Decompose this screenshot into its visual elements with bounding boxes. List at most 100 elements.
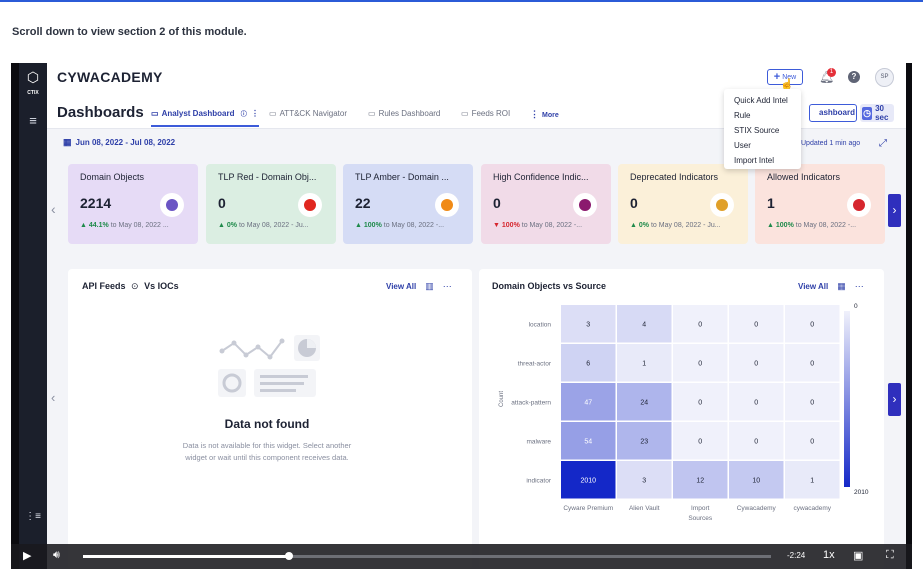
tab-rules-dashboard[interactable]: ▭ Rules Dashboard: [368, 109, 440, 118]
heatmap-cell-label: 54: [584, 438, 592, 445]
heatmap-cell-label: 24: [640, 399, 648, 406]
menu-item-rule[interactable]: Rule: [724, 108, 801, 123]
card-change: ▲ 100% to May 08, 2022 -...: [355, 222, 444, 229]
card-change: ▼ 100% to May 08, 2022 -...: [493, 222, 582, 229]
summary-card[interactable]: TLP Amber - Domain ... 22 ▲ 100% to May 08…: [343, 164, 473, 244]
picture-in-picture-icon[interactable]: ▣: [853, 549, 863, 562]
card-title: TLP Amber - Domain ...: [355, 172, 449, 182]
time-remaining: -2:24: [787, 551, 806, 560]
help-icon[interactable]: ?: [848, 71, 860, 83]
more-options-icon[interactable]: ⋯: [855, 281, 864, 292]
card-status-icon: [847, 193, 871, 217]
heatmap-cell-label: 0: [754, 399, 758, 406]
heatmap-row-label: malware: [526, 438, 551, 445]
card-title: TLP Red - Domain Obj...: [218, 172, 317, 182]
heatmap-cell-label: 3: [642, 477, 646, 484]
heatmap-scale-label: 2010: [854, 489, 869, 496]
arrow-up-icon: ▲: [218, 222, 225, 229]
kebab-icon[interactable]: ⋮: [251, 109, 259, 118]
heatmap-cell-label: 0: [698, 399, 702, 406]
panel-title-part: Vs IOCs: [144, 281, 179, 291]
tab-analyst-dashboard[interactable]: ▭ Analyst Dashboard ⓘ ⋮: [151, 109, 259, 118]
panels-prev-arrow-icon[interactable]: ‹: [51, 390, 55, 405]
tab-label: Analyst Dashboard: [161, 109, 235, 118]
api-feeds-panel: API Feeds ⊙ Vs IOCs View All ▥ ⋯ Data no…: [68, 269, 472, 569]
card-change-percent: 44.1%: [88, 222, 109, 229]
app-sidebar: ⬡ CTIX ≡ ⋮≡: [19, 63, 47, 569]
heatmap-row-label: threat-actor: [518, 360, 552, 367]
expand-icon[interactable]: ⤢: [879, 138, 887, 149]
menu-item-stix-source[interactable]: STIX Source: [724, 123, 801, 138]
panel-actions: View All ▦ ⋯: [798, 281, 864, 292]
monitor-icon: ▭: [461, 109, 469, 118]
cards-prev-arrow-icon[interactable]: ‹: [51, 201, 56, 217]
panel-actions: View All ▥ ⋯: [386, 281, 452, 292]
play-icon[interactable]: ▶: [23, 549, 31, 562]
heatmap-row-label: location: [529, 321, 552, 328]
fullscreen-icon[interactable]: ⛶: [886, 549, 894, 562]
heatmap-column-label: Cyware Premium: [563, 505, 613, 512]
card-change-period: to May 08, 2022 - Ju...: [238, 222, 309, 229]
avatar[interactable]: SP: [875, 68, 894, 87]
summary-card[interactable]: Deprecated Indicators 0 ▲ 0% to May 08, 20…: [618, 164, 748, 244]
video-player[interactable]: ⬡ CTIX ≡ ⋮≡ CYWACADEMY + New ☝ 🔔︎ 1 ? SP…: [11, 63, 912, 569]
summary-card[interactable]: Allowed Indicators 1 ▲ 100% to May 08, 202…: [755, 164, 885, 244]
arrow-up-icon: ▲: [767, 222, 774, 229]
more-label: More: [542, 112, 559, 119]
app-header: CYWACADEMY + New ☝ 🔔︎ 1 ? SP: [47, 63, 906, 92]
view-all-link[interactable]: View All: [798, 282, 828, 291]
brand-name: CYWACADEMY: [57, 69, 163, 85]
panel-title: API Feeds ⊙ Vs IOCs: [82, 281, 179, 292]
arrow-up-icon: ▲: [355, 222, 362, 229]
seek-handle[interactable]: [285, 552, 294, 560]
monitor-icon: ▭: [151, 109, 159, 118]
chart-type-icon[interactable]: ▦: [837, 281, 846, 292]
volume-icon[interactable]: 🔊︎: [53, 549, 60, 562]
heatmap-column-label: Import: [691, 505, 710, 512]
card-change-percent: 100%: [501, 222, 520, 229]
arrow-up-icon: ▲: [630, 222, 637, 229]
video-right-border: [906, 63, 912, 569]
playback-speed-button[interactable]: 1x: [823, 549, 835, 561]
dashboard-button[interactable]: ashboard: [809, 104, 857, 122]
menu-item-import-intel[interactable]: Import Intel: [724, 153, 801, 168]
tab-label: Feeds ROI: [471, 109, 511, 118]
menu-item-quick-add-intel[interactable]: Quick Add Intel: [724, 93, 801, 108]
card-change-period: to May 08, 2022 -...: [383, 222, 445, 229]
card-change-percent: 0%: [226, 222, 238, 229]
heatmap-cell-label: 12: [696, 477, 704, 484]
refresh-interval[interactable]: ◷ 30 sec: [860, 104, 894, 122]
summary-card[interactable]: High Confidence Indic... 0 ▼ 100% to May 0…: [481, 164, 611, 244]
info-icon: ⓘ: [240, 112, 247, 118]
summary-card[interactable]: Domain Objects 2214 ▲ 44.1% to May 08, 202…: [68, 164, 198, 244]
heatmap-column-label: Alien Vault: [629, 505, 660, 512]
card-change: ▲ 0% to May 08, 2022 - Ju...: [630, 222, 721, 229]
card-change-percent: 0%: [638, 222, 650, 229]
heatmap-cell-label: 0: [698, 321, 702, 328]
card-value: 2214: [80, 195, 112, 211]
more-options-icon[interactable]: ⋯: [443, 281, 452, 292]
dropdown-icon[interactable]: ⊙: [131, 281, 139, 291]
heatmap-color-scale: [844, 311, 850, 487]
panel-title: Domain Objects vs Source: [492, 281, 607, 291]
menu-item-user[interactable]: User: [724, 138, 801, 153]
view-all-link[interactable]: View All: [386, 282, 416, 291]
cards-next-button[interactable]: ›: [888, 194, 901, 227]
hamburger-menu-icon[interactable]: ≡: [19, 113, 47, 128]
seek-bar[interactable]: [83, 552, 771, 560]
tab-label: Rules Dashboard: [378, 109, 441, 118]
summary-card[interactable]: TLP Red - Domain Obj... 0 ▲ 0% to May 08, …: [206, 164, 336, 244]
notification-badge: 1: [827, 68, 836, 77]
panels-next-button[interactable]: ›: [888, 383, 901, 416]
date-range-picker[interactable]: ▦ Jun 08, 2022 - Jul 08, 2022: [63, 137, 175, 148]
heatmap-cell-label: 0: [698, 360, 702, 367]
tab-feeds-roi[interactable]: ▭ Feeds ROI: [461, 109, 510, 118]
heatmap-cell-label: 1: [810, 477, 814, 484]
user-list-icon[interactable]: ⋮≡: [19, 511, 47, 522]
more-tabs-button[interactable]: ⋮ More: [530, 109, 559, 120]
status-dot: [716, 199, 728, 211]
tab-attack-navigator[interactable]: ▭ ATT&CK Navigator: [269, 109, 347, 118]
heatmap-column-label: Sources: [688, 515, 713, 522]
status-dot: [853, 199, 865, 211]
chart-type-icon[interactable]: ▥: [425, 281, 434, 292]
